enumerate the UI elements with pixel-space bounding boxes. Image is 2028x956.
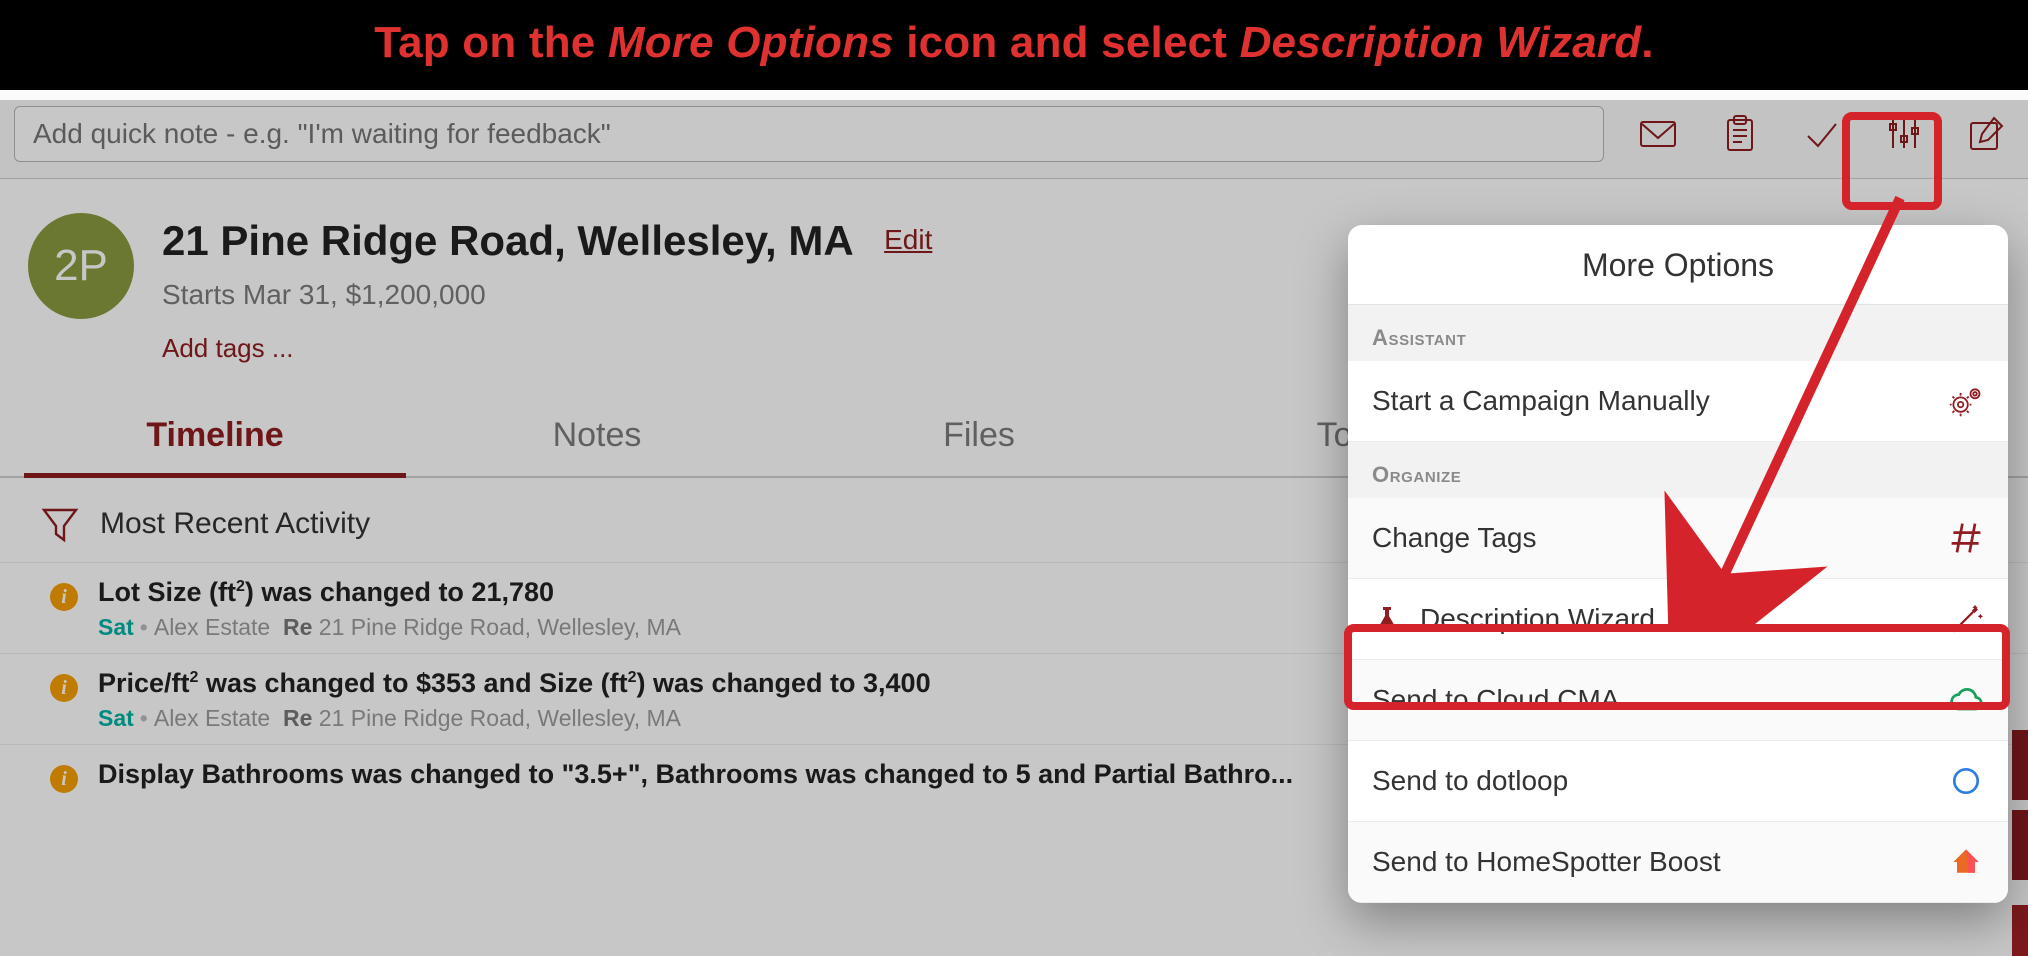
wand-icon	[1948, 601, 1984, 637]
banner-text-3: .	[1641, 18, 1653, 67]
menu-item-change-tags[interactable]: Change Tags	[1348, 498, 2008, 579]
popover-section-organize: Organize	[1348, 442, 2008, 498]
loop-icon	[1948, 763, 1984, 799]
popover-section-assistant: Assistant	[1348, 305, 2008, 361]
popover-title: More Options	[1348, 225, 2008, 305]
menu-item-label: Change Tags	[1372, 522, 1537, 554]
home-boost-icon	[1948, 844, 1984, 880]
menu-item-start-campaign[interactable]: Start a Campaign Manually	[1348, 361, 2008, 442]
more-options-popover: More Options Assistant Start a Campaign …	[1348, 225, 2008, 903]
menu-item-label: Description Wizard	[1420, 603, 1655, 635]
menu-item-label: Send to Cloud CMA	[1372, 684, 1619, 716]
menu-item-description-wizard[interactable]: Description Wizard	[1348, 579, 2008, 660]
banner-text-1: Tap on the	[374, 18, 608, 67]
menu-item-cloud-cma[interactable]: Send to Cloud CMA	[1348, 660, 2008, 741]
menu-item-label: Send to HomeSpotter Boost	[1372, 846, 1721, 878]
banner-text-2: icon and select	[894, 18, 1240, 67]
gears-icon	[1948, 383, 1984, 419]
menu-item-label: Start a Campaign Manually	[1372, 385, 1710, 417]
menu-item-dotloop[interactable]: Send to dotloop	[1348, 741, 2008, 822]
banner-em-1: More Options	[608, 18, 894, 67]
banner-em-2: Description Wizard	[1240, 18, 1642, 67]
instruction-banner: Tap on the More Options icon and select …	[0, 0, 2028, 90]
hash-icon	[1948, 520, 1984, 556]
cloud-icon	[1948, 682, 1984, 718]
menu-item-homespotter[interactable]: Send to HomeSpotter Boost	[1348, 822, 2008, 903]
flask-icon	[1372, 604, 1402, 634]
menu-item-label: Send to dotloop	[1372, 765, 1568, 797]
